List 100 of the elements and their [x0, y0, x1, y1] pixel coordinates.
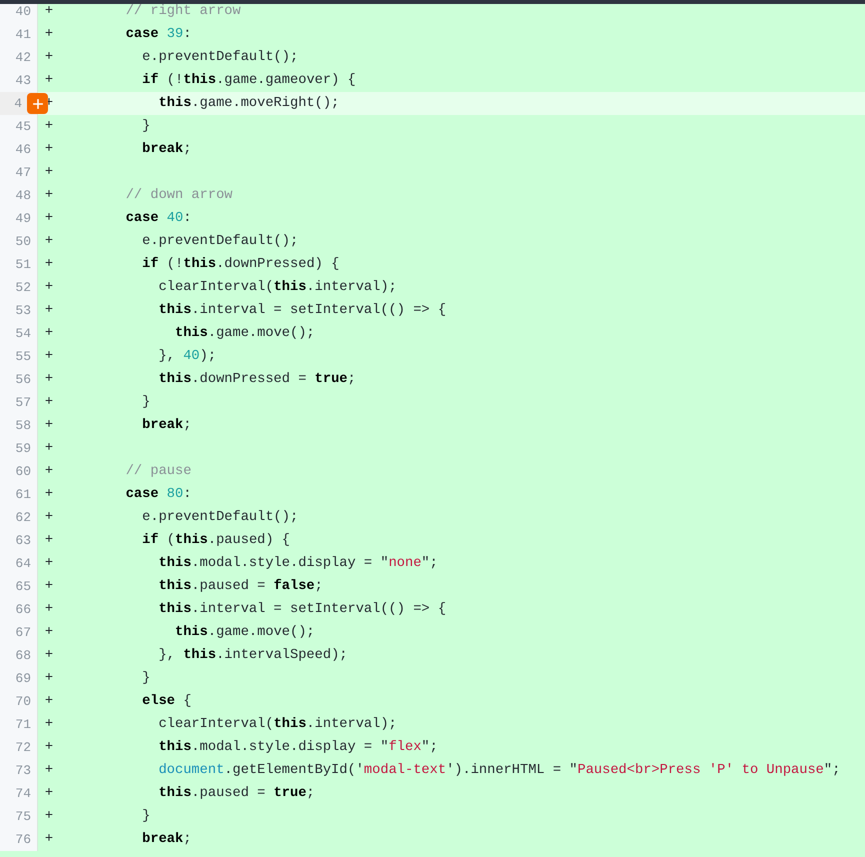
diff-sign: +	[44, 671, 54, 686]
line-number: 65	[15, 579, 31, 594]
code-line: else {	[141, 694, 192, 709]
code-line: clearInterval(this.interval);	[158, 717, 397, 732]
line-number: 48	[15, 188, 31, 203]
code-line: this.modal.style.display = "flex";	[158, 740, 438, 755]
diff-sign: +	[44, 27, 54, 42]
line-number: 73	[15, 763, 31, 778]
code-line: this.game.move();	[174, 625, 315, 640]
code-line: // right arrow	[124, 4, 241, 19]
diff-sign: +	[44, 326, 54, 341]
line-number: 54	[15, 326, 31, 341]
line-number: 67	[15, 625, 31, 640]
diff-sign: +	[44, 257, 54, 272]
line-number: 60	[15, 464, 31, 479]
line-number: 58	[15, 418, 31, 433]
code-line: clearInterval(this.interval);	[158, 280, 397, 295]
diff-sign: +	[44, 119, 54, 134]
diff-sign: +	[44, 50, 54, 65]
diff-sign: +	[44, 303, 54, 318]
code-line: break;	[141, 142, 192, 157]
code-line: }	[141, 671, 150, 686]
code-line: this.game.move();	[174, 326, 315, 341]
code-line: if (!this.downPressed) {	[141, 257, 340, 272]
diff-sign: +	[44, 4, 54, 19]
code-line: }	[141, 395, 150, 410]
code-line: }, 40);	[158, 349, 216, 364]
line-number: 71	[15, 717, 31, 732]
line-number: 50	[15, 234, 31, 249]
diff-sign: +	[44, 786, 54, 801]
diff-sign: +	[44, 694, 54, 709]
line-number: 51	[15, 257, 31, 272]
line-number: 46	[15, 142, 31, 157]
code-line: // pause	[124, 464, 192, 479]
line-number: 47	[15, 165, 31, 180]
line-number: 49	[15, 211, 31, 226]
code-line: document.getElementById('modal-text').innerHTML = "Paused<br>Press 'P' to Unpause";	[158, 763, 840, 778]
code-line: case 40:	[124, 211, 192, 226]
code-line: this.game.moveRight();	[158, 96, 340, 111]
diff-sign: +	[44, 372, 54, 387]
diff-sign: +	[44, 625, 54, 640]
code-line: this.modal.style.display = "none";	[158, 556, 438, 571]
diff-sign: +	[44, 763, 54, 778]
code-line: e.preventDefault();	[141, 510, 298, 525]
code-line: this.downPressed = true;	[158, 372, 356, 387]
code-line: this.interval = setInterval(() => {	[158, 303, 446, 318]
line-number: 57	[15, 395, 31, 410]
add-comment-button[interactable]	[27, 93, 48, 114]
code-line: }	[141, 119, 150, 134]
diff-sign: +	[44, 832, 54, 847]
code-line: case 80:	[124, 487, 192, 502]
code-line: case 39:	[124, 27, 192, 42]
code-line: break;	[141, 418, 192, 433]
diff-sign: +	[44, 418, 54, 433]
line-number: 64	[15, 556, 31, 571]
line-number: 76	[15, 832, 31, 847]
diff-sign: +	[44, 395, 54, 410]
line-number: 42	[15, 50, 31, 65]
line-number: 68	[15, 648, 31, 663]
code-line: // down arrow	[124, 188, 232, 203]
diff-sign: +	[44, 211, 54, 226]
code-line: this.interval = setInterval(() => {	[158, 602, 446, 617]
line-number: 69	[15, 671, 31, 686]
line-number: 75	[15, 809, 31, 824]
diff-sign: +	[44, 73, 54, 88]
diff-sign: +	[44, 464, 54, 479]
diff-sign: +	[44, 740, 54, 755]
line-number: 53	[15, 303, 31, 318]
diff-sign: +	[44, 165, 54, 180]
code-line: if (!this.game.gameover) {	[141, 73, 356, 88]
diff-sign: +	[44, 809, 54, 824]
diff-sign: +	[44, 556, 54, 571]
diff-sign: +	[44, 533, 54, 548]
diff-sign: +	[44, 579, 54, 594]
code-line: e.preventDefault();	[141, 234, 298, 249]
diff-sign: +	[44, 188, 54, 203]
line-number: 4	[14, 96, 22, 111]
diff-sign: +	[44, 717, 54, 732]
line-number: 62	[15, 510, 31, 525]
diff-sign: +	[44, 280, 54, 295]
line-number: 66	[15, 602, 31, 617]
line-number: 70	[15, 694, 31, 709]
line-number: 61	[15, 487, 31, 502]
diff-sign: +	[44, 602, 54, 617]
line-number: 63	[15, 533, 31, 548]
line-number: 40	[15, 4, 31, 19]
diff-sign: +	[44, 510, 54, 525]
code-line: }, this.intervalSpeed);	[158, 648, 348, 663]
diff-sign: +	[44, 142, 54, 157]
line-number: 72	[15, 740, 31, 755]
code-line: break;	[141, 832, 192, 847]
line-number: 52	[15, 280, 31, 295]
line-number: 43	[15, 73, 31, 88]
diff-sign: +	[44, 234, 54, 249]
line-number: 56	[15, 372, 31, 387]
code-line: }	[141, 809, 150, 824]
line-number: 55	[15, 349, 31, 364]
code-line: this.paused = false;	[158, 579, 323, 594]
line-number: 41	[15, 27, 31, 42]
diff-sign: +	[44, 441, 54, 456]
